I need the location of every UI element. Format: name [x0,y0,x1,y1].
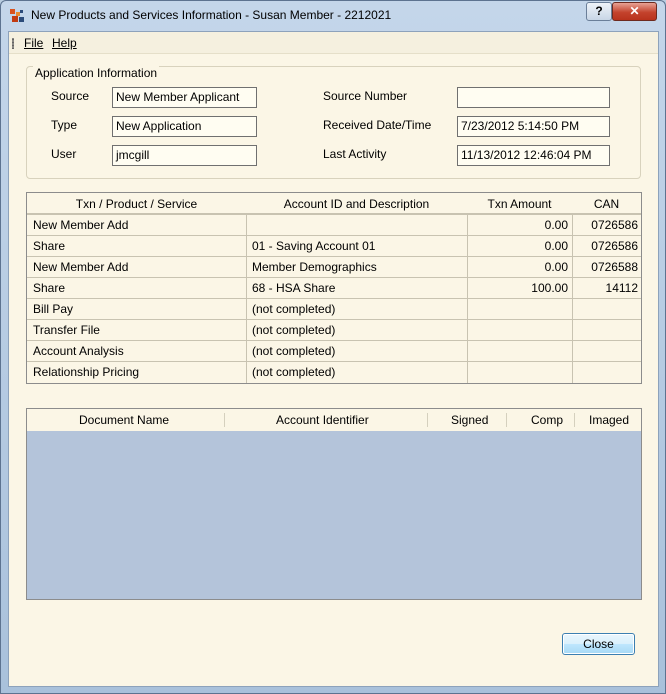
col-header-imaged[interactable]: Imaged [589,413,629,427]
col-header-txn[interactable]: Txn / Product / Service [27,197,246,211]
title-bar[interactable]: New Products and Services Information - … [1,1,665,31]
close-button[interactable]: Close [562,633,635,655]
last-activity-field[interactable]: 11/13/2012 12:46:04 PM [457,145,610,166]
col-header-account-identifier[interactable]: Account Identifier [276,413,369,427]
menu-bar: File Help [9,32,658,54]
txn-cell: New Member Add [33,218,129,232]
app-logo-icon [10,9,24,22]
close-window-button[interactable]: ✕ [612,2,657,21]
col-header-can[interactable]: CAN [572,197,641,211]
column-divider [467,214,468,383]
col-header-document-name[interactable]: Document Name [79,413,169,427]
table-row[interactable]: Transfer File (not completed) [27,319,641,340]
menu-file-label: File [24,36,44,50]
documents-grid-header: Document Name Account Identifier Signed … [27,409,641,431]
column-divider [572,214,573,383]
table-row[interactable]: Share 01 - Saving Account 01 0.00 072658… [27,235,641,256]
col-header-amount[interactable]: Txn Amount [467,197,572,211]
txn-cell: Account Analysis [33,344,124,358]
documents-grid[interactable]: Document Name Account Identifier Signed … [26,408,642,600]
amount-cell: 100.00 [531,281,568,295]
help-title-button[interactable]: ? [586,2,612,21]
window-title: New Products and Services Information - … [31,8,392,22]
account-cell: 68 - HSA Share [252,281,336,295]
amount-cell: 0.00 [544,260,568,274]
menu-file[interactable]: File [24,36,43,50]
type-label: Type [51,118,78,132]
received-datetime-field[interactable]: 7/23/2012 5:14:50 PM [457,116,610,137]
transactions-grid-header: Txn / Product / Service Account ID and D… [27,193,641,214]
table-row[interactable]: New Member Add 0.00 0726586 [27,214,641,235]
account-cell: Member Demographics [252,260,377,274]
txn-cell: Transfer File [33,323,100,337]
client-area: File Help Application Information Source… [8,31,659,687]
col-header-account[interactable]: Account ID and Description [246,197,467,211]
col-header-comp[interactable]: Comp [531,413,563,427]
menu-help-label: Help [52,36,77,50]
documents-grid-body[interactable] [27,431,641,599]
can-cell: 0726588 [591,260,638,274]
table-row[interactable]: Relationship Pricing (not completed) [27,361,641,382]
source-number-field[interactable] [457,87,610,108]
source-field[interactable]: New Member Applicant [112,87,257,108]
last-activity-label: Last Activity [323,147,387,161]
table-row[interactable]: Share 68 - HSA Share 100.00 14112 [27,277,641,298]
txn-cell: Share [33,239,66,253]
table-row[interactable]: Bill Pay (not completed) [27,298,641,319]
account-cell: (not completed) [252,302,336,316]
col-header-signed[interactable]: Signed [451,413,488,427]
column-divider [427,413,428,427]
account-cell: (not completed) [252,365,336,379]
account-cell: 01 - Saving Account 01 [252,239,376,253]
txn-cell: New Member Add [33,260,129,274]
can-cell: 0726586 [591,239,638,253]
amount-cell: 0.00 [544,239,568,253]
amount-cell: 0.00 [544,218,568,232]
source-label: Source [51,89,90,103]
txn-cell: Share [33,281,66,295]
user-label: User [51,147,77,161]
source-number-label: Source Number [323,89,408,103]
user-field[interactable]: jmcgill [112,145,257,166]
table-row[interactable]: New Member Add Member Demographics 0.00 … [27,256,641,277]
application-info-legend: Application Information [33,66,160,80]
txn-cell: Relationship Pricing [33,365,140,379]
table-row[interactable]: Account Analysis (not completed) [27,340,641,361]
transactions-grid[interactable]: Txn / Product / Service Account ID and D… [26,192,642,384]
column-divider [246,214,247,383]
can-cell: 14112 [605,281,638,295]
column-divider [506,413,507,427]
received-datetime-label: Received Date/Time [323,118,432,132]
menu-help[interactable]: Help [52,36,77,50]
account-cell: (not completed) [252,344,336,358]
can-cell: 0726586 [591,218,638,232]
main-window: New Products and Services Information - … [0,0,666,694]
type-field[interactable]: New Application [112,116,257,137]
account-cell: (not completed) [252,323,336,337]
txn-cell: Bill Pay [33,302,74,316]
column-divider [224,413,225,427]
menu-grip-icon [12,38,14,49]
column-divider [574,413,575,427]
